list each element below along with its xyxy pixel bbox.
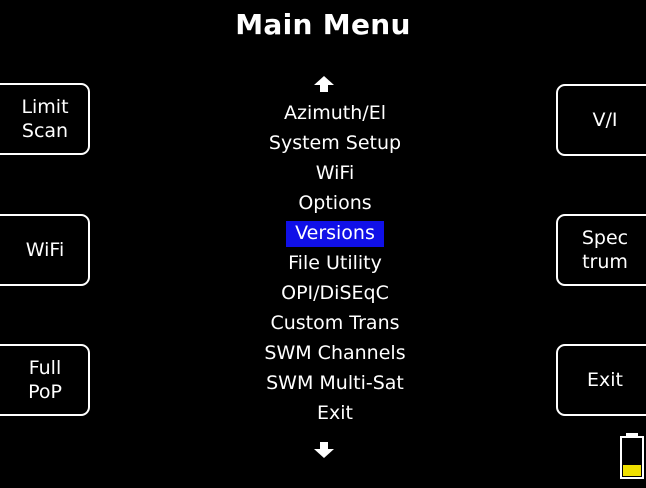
menu-item-options[interactable]: Options — [200, 188, 470, 218]
menu-item-label: SWM Multi-Sat — [266, 372, 404, 394]
spectrum-button[interactable]: Spec trum — [556, 214, 646, 286]
main-menu-screen: Main Menu Limit Scan WiFi Full PoP V/I S… — [0, 0, 646, 488]
battery-level-fill — [623, 465, 641, 476]
menu-item-swm-multi-sat[interactable]: SWM Multi-Sat — [200, 368, 470, 398]
menu-item-azimuth-el[interactable]: Azimuth/El — [200, 98, 470, 128]
menu-item-label: Custom Trans — [270, 312, 400, 334]
menu-item-exit[interactable]: Exit — [200, 398, 470, 428]
menu-item-wifi[interactable]: WiFi — [200, 158, 470, 188]
menu-item-swm-channels[interactable]: SWM Channels — [200, 338, 470, 368]
menu-item-system-setup[interactable]: System Setup — [200, 128, 470, 158]
exit-softkey-button[interactable]: Exit — [556, 344, 646, 416]
menu-item-label: WiFi — [315, 162, 355, 184]
menu-item-label: Azimuth/El — [284, 102, 386, 124]
menu-item-label: System Setup — [268, 132, 402, 154]
menu-item-opi-diseqc[interactable]: OPI/DiSEqC — [200, 278, 470, 308]
menu-item-file-utility[interactable]: File Utility — [200, 248, 470, 278]
battery-icon — [618, 432, 646, 480]
menu-item-label: Exit — [317, 402, 353, 424]
wifi-button[interactable]: WiFi — [0, 214, 90, 286]
main-menu-list: Azimuth/El System Setup WiFi Options Ver… — [200, 98, 470, 428]
menu-item-custom-trans[interactable]: Custom Trans — [200, 308, 470, 338]
menu-item-label: OPI/DiSEqC — [281, 282, 389, 304]
page-title: Main Menu — [235, 8, 411, 41]
menu-item-label: Versions — [286, 221, 384, 247]
menu-item-label: SWM Channels — [264, 342, 406, 364]
menu-item-label: File Utility — [288, 252, 382, 274]
limit-scan-button[interactable]: Limit Scan — [0, 83, 90, 155]
full-pop-button[interactable]: Full PoP — [0, 344, 90, 416]
vi-button[interactable]: V/I — [556, 84, 646, 156]
menu-item-label: Options — [298, 192, 372, 214]
menu-item-versions[interactable]: Versions — [200, 218, 470, 248]
